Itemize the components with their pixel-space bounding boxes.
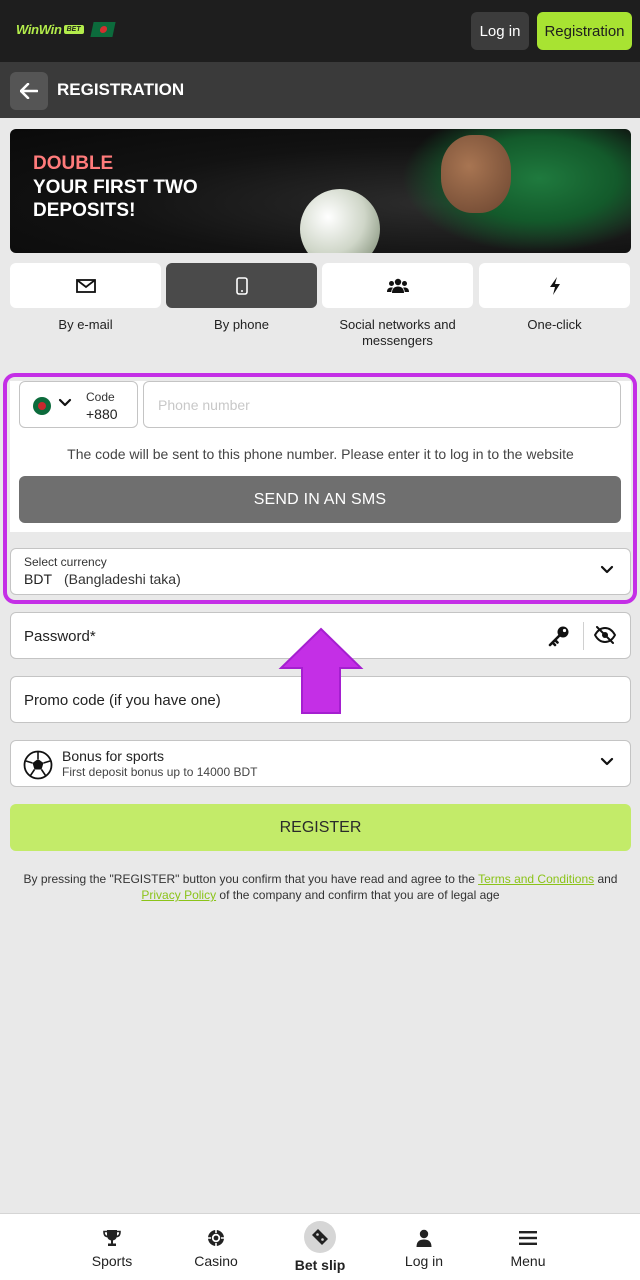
page-title: REGISTRATION — [57, 80, 185, 99]
trophy-icon — [103, 1230, 121, 1246]
chevron-down-icon — [600, 757, 614, 766]
method-tab-social[interactable] — [322, 263, 473, 308]
nav-sports-label: Sports — [91, 1253, 133, 1269]
logo-text: WinWin — [16, 22, 62, 37]
top-bar: WinWin BET Log in Registration — [0, 0, 640, 62]
registration-button[interactable]: Registration — [537, 12, 632, 50]
method-label-one-click: One-click — [527, 317, 582, 332]
method-label-phone: By phone — [214, 317, 269, 332]
method-tab-phone[interactable] — [166, 263, 317, 308]
banner-player-image — [401, 129, 631, 253]
method-tab-email[interactable] — [10, 263, 161, 308]
bonus-select[interactable]: Bonus for sports First deposit bonus up … — [10, 740, 631, 787]
smartphone-icon — [235, 276, 248, 295]
nav-casino[interactable]: Casino — [164, 1214, 268, 1280]
login-button[interactable]: Log in — [471, 12, 529, 50]
bottom-navigation: Sports Casino Bet slip Log in Menu — [0, 1213, 640, 1280]
logo-badge: BET — [63, 25, 84, 34]
banner-football-image — [300, 189, 380, 253]
nav-bet-slip-label: Bet slip — [294, 1257, 346, 1273]
bonus-subtitle: First deposit bonus up to 14000 BDT — [62, 765, 258, 779]
nav-bet-slip[interactable]: Bet slip — [268, 1214, 372, 1280]
banner-headline: YOUR FIRST TWO DEPOSITS! — [33, 177, 198, 221]
terms-after: of the company and confirm that you are … — [216, 888, 500, 902]
banner-headline-accent: DOUBLE — [33, 153, 114, 174]
password-placeholder: Password* — [24, 628, 96, 645]
nav-sports[interactable]: Sports — [60, 1214, 164, 1280]
promo-code-placeholder: Promo code (if you have one) — [24, 692, 221, 709]
page-header: REGISTRATION — [0, 62, 640, 118]
terms-link[interactable]: Terms and Conditions — [478, 872, 594, 886]
arrow-up-annotation-icon — [278, 627, 364, 714]
casino-chip-icon — [208, 1230, 224, 1246]
privacy-policy-link[interactable]: Privacy Policy — [141, 888, 216, 902]
eye-slash-icon[interactable] — [594, 626, 616, 644]
bangladesh-flag-icon — [90, 22, 116, 37]
method-label-social: Social networks and messengers — [339, 317, 456, 348]
highlight-frame — [3, 373, 637, 604]
lightning-icon — [549, 276, 560, 295]
terms-text: By pressing the "REGISTER" button you co… — [8, 871, 633, 903]
nav-casino-label: Casino — [194, 1253, 238, 1269]
nav-login-label: Log in — [404, 1253, 444, 1269]
method-tab-one-click[interactable] — [479, 263, 630, 308]
promo-banner[interactable]: DOUBLE YOUR FIRST TWO DEPOSITS! — [10, 129, 631, 253]
envelope-icon — [75, 278, 96, 293]
nav-menu[interactable]: Menu — [476, 1214, 580, 1280]
method-label-email: By e-mail — [58, 317, 113, 332]
hamburger-icon — [519, 1231, 537, 1245]
user-icon — [416, 1229, 432, 1247]
nav-login[interactable]: Log in — [372, 1214, 476, 1280]
register-button[interactable]: REGISTER — [10, 804, 631, 851]
banner-player-head — [441, 135, 511, 213]
ticket-icon — [312, 1229, 328, 1245]
key-icon[interactable] — [548, 625, 570, 647]
terms-before: By pressing the "REGISTER" button you co… — [23, 872, 479, 886]
bonus-title: Bonus for sports — [62, 748, 164, 764]
nav-menu-label: Menu — [510, 1253, 546, 1269]
users-icon — [386, 278, 409, 293]
football-icon — [23, 750, 53, 780]
back-button[interactable] — [10, 72, 48, 110]
site-logo[interactable]: WinWin BET — [16, 22, 116, 37]
terms-middle: and — [594, 872, 618, 886]
arrow-left-icon — [20, 83, 38, 99]
password-divider — [583, 622, 584, 650]
